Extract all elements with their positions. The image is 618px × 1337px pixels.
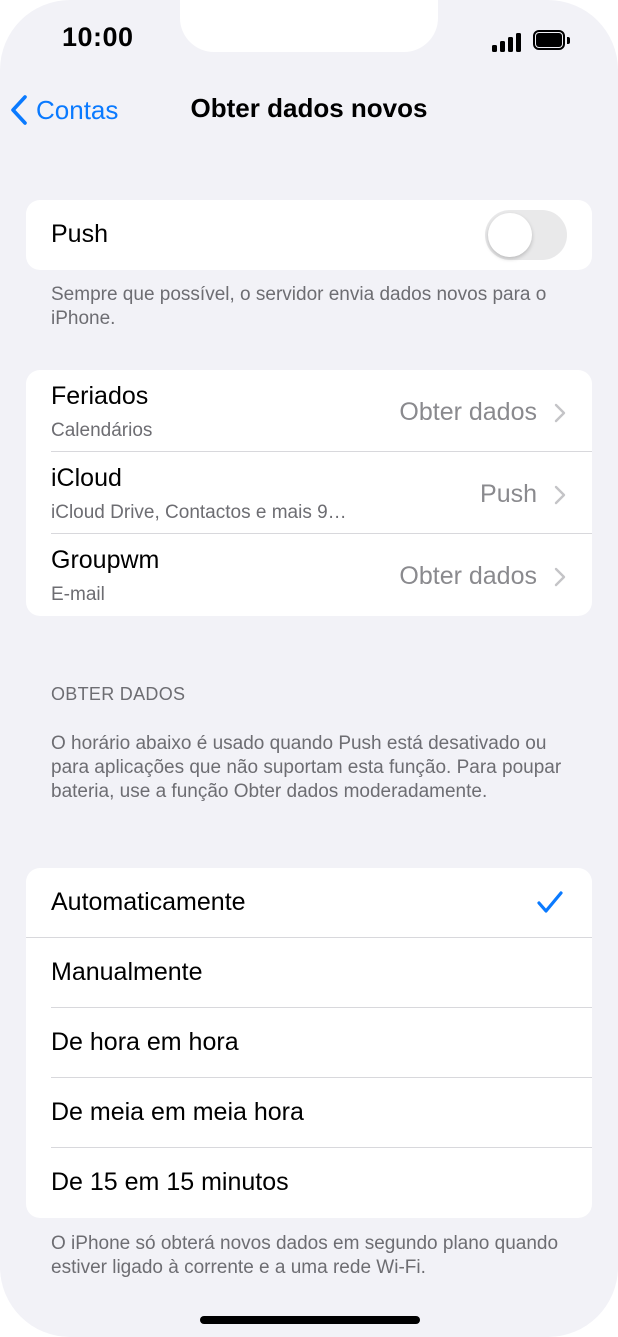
checkmark-icon bbox=[537, 891, 563, 913]
signal-icon bbox=[492, 32, 522, 52]
page-title: Obter dados novos bbox=[190, 93, 428, 123]
accounts-group: Feriados Calendários Obter dados iCloud … bbox=[26, 370, 592, 616]
account-fetch-value: Obter dados bbox=[399, 398, 537, 426]
push-label: Push bbox=[51, 220, 108, 248]
account-row-groupwm[interactable]: Groupwm E-mail Obter dados bbox=[26, 534, 592, 616]
option-half-hourly[interactable]: De meia em meia hora bbox=[26, 1078, 592, 1148]
option-manual[interactable]: Manualmente bbox=[26, 938, 592, 1008]
fetch-description: O horário abaixo é usado quando Push est… bbox=[51, 733, 562, 802]
account-name: Feriados bbox=[51, 382, 149, 410]
option-label: Automaticamente bbox=[51, 888, 246, 916]
option-label: Manualmente bbox=[51, 958, 203, 986]
chevron-right-icon bbox=[554, 485, 566, 505]
fetch-footnote: O iPhone só obterá novos dados em segund… bbox=[51, 1233, 559, 1278]
battery-icon bbox=[533, 30, 571, 52]
account-subtitle: Calendários bbox=[51, 420, 153, 441]
option-hourly[interactable]: De hora em hora bbox=[26, 1008, 592, 1078]
notch bbox=[180, 0, 438, 52]
option-label: De meia em meia hora bbox=[51, 1098, 304, 1126]
account-name: Groupwm bbox=[51, 546, 160, 574]
account-row-feriados[interactable]: Feriados Calendários Obter dados bbox=[26, 370, 592, 452]
account-subtitle: E-mail bbox=[51, 584, 105, 605]
push-group: Push bbox=[26, 200, 592, 270]
option-15-minutes[interactable]: De 15 em 15 minutos bbox=[26, 1148, 592, 1218]
option-label: De hora em hora bbox=[51, 1028, 239, 1056]
account-fetch-value: Obter dados bbox=[399, 562, 537, 590]
account-subtitle: iCloud Drive, Contactos e mais 9… bbox=[51, 502, 347, 523]
push-footnote: Sempre que possível, o servidor envia da… bbox=[51, 284, 547, 329]
fetch-options-group: Automaticamente Manualmente De hora em h… bbox=[26, 868, 592, 1218]
chevron-right-icon bbox=[554, 403, 566, 423]
chevron-right-icon bbox=[554, 567, 566, 587]
option-automatic[interactable]: Automaticamente bbox=[26, 868, 592, 938]
phone-screen: 10:00 Contas Obter dados novos Push Semp… bbox=[0, 0, 618, 1337]
home-indicator[interactable] bbox=[200, 1316, 420, 1324]
option-label: De 15 em 15 minutos bbox=[51, 1168, 289, 1196]
push-row: Push bbox=[26, 200, 592, 270]
account-row-icloud[interactable]: iCloud iCloud Drive, Contactos e mais 9…… bbox=[26, 452, 592, 534]
toggle-knob bbox=[488, 213, 532, 257]
fetch-section-header: OBTER DADOS bbox=[51, 684, 186, 704]
push-toggle[interactable] bbox=[485, 210, 567, 260]
status-time: 10:00 bbox=[62, 22, 134, 52]
account-fetch-value: Push bbox=[480, 480, 537, 508]
account-name: iCloud bbox=[51, 464, 122, 492]
